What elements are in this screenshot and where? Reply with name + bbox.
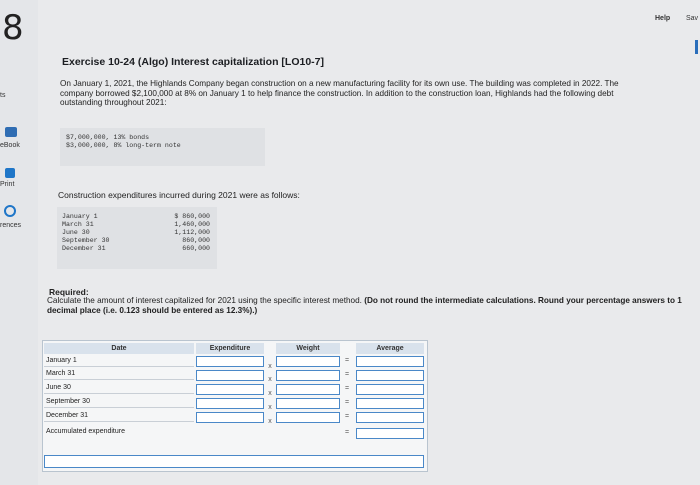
save-button[interactable]: Sav [686,15,698,22]
table-row-label: January 1 [44,355,194,367]
expenditure-amount: 660,000 [182,245,210,252]
multiply-sign: x [268,376,272,383]
table-row-label: December 31 [44,410,194,422]
required-instruction: Calculate the amount of interest capital… [47,296,362,305]
expenditure-amounts: $ 860,000 1,460,000 1,112,000 860,000 66… [160,213,210,253]
debt-item: $3,000,000, 8% long-term note [66,142,181,149]
debt-item: $7,000,000, 13% bonds [66,134,150,141]
accumulated-average-input[interactable] [356,428,424,439]
table-row-label: March 31 [44,368,194,380]
multiply-sign: x [268,404,272,411]
help-button[interactable]: Help [655,15,670,22]
expenditure-date: December 31 [62,245,106,252]
expenditure-input[interactable] [196,356,264,367]
weight-input[interactable] [276,412,340,423]
header-date: Date [44,343,194,354]
ebook-icon[interactable] [5,127,17,137]
header-expenditure: Expenditure [196,343,264,354]
expenditure-input[interactable] [196,370,264,381]
weight-input[interactable] [276,370,340,381]
left-sidebar [0,0,38,485]
table-row-label: Accumulated expenditure [46,428,125,435]
average-input[interactable] [356,356,424,367]
sidebar-print[interactable]: Print [0,181,14,188]
expenditure-dates: January 1 March 31 June 30 September 30 … [62,213,109,253]
equals-sign: = [344,429,350,436]
debt-list: $7,000,000, 13% bonds $3,000,000, 8% lon… [66,134,181,150]
weight-input[interactable] [276,356,340,367]
equals-sign: = [344,399,350,406]
average-input[interactable] [356,398,424,409]
weight-input[interactable] [276,384,340,395]
references-icon[interactable] [4,205,16,217]
question-number: 8 [2,8,24,48]
multiply-sign: x [268,418,272,425]
equals-sign: = [344,371,350,378]
expenditure-input[interactable] [196,398,264,409]
header-weight: Weight [276,343,340,354]
right-accent-bar [695,40,698,54]
weight-input[interactable] [276,398,340,409]
header-average: Average [356,343,424,354]
equals-sign: = [344,413,350,420]
multiply-sign: x [268,390,272,397]
expenditure-date: September 30 [62,237,110,244]
average-input[interactable] [356,412,424,423]
sidebar-partial-text: ts [0,92,6,99]
multiply-sign: x [268,363,272,370]
expenditure-amount: 860,000 [182,237,210,244]
sidebar-references[interactable]: rences [0,222,21,229]
expenditure-input[interactable] [196,384,264,395]
equals-sign: = [344,385,350,392]
equals-sign: = [344,357,350,364]
sidebar-ebook[interactable]: eBook [0,142,20,149]
exercise-title: Exercise 10-24 (Algo) Interest capitaliz… [62,56,324,68]
table-row-label: June 30 [44,382,194,394]
expenditure-amount: 1,112,000 [174,229,210,236]
expenditure-date: June 30 [62,229,90,236]
print-icon[interactable] [5,168,15,178]
expenditure-input[interactable] [196,412,264,423]
expenditure-date: January 1 [62,213,98,220]
required-text: Calculate the amount of interest capital… [47,296,687,315]
average-input[interactable] [356,370,424,381]
expenditure-amount: $ 860,000 [174,213,210,220]
exercise-intro: On January 1, 2021, the Highlands Compan… [60,79,619,107]
average-input[interactable] [356,384,424,395]
expenditures-heading: Construction expenditures incurred durin… [58,190,300,200]
expenditure-date: March 31 [62,221,94,228]
table-row-label: September 30 [44,396,194,408]
accumulated-total-row[interactable] [44,455,424,468]
expenditure-amount: 1,460,000 [174,221,210,228]
